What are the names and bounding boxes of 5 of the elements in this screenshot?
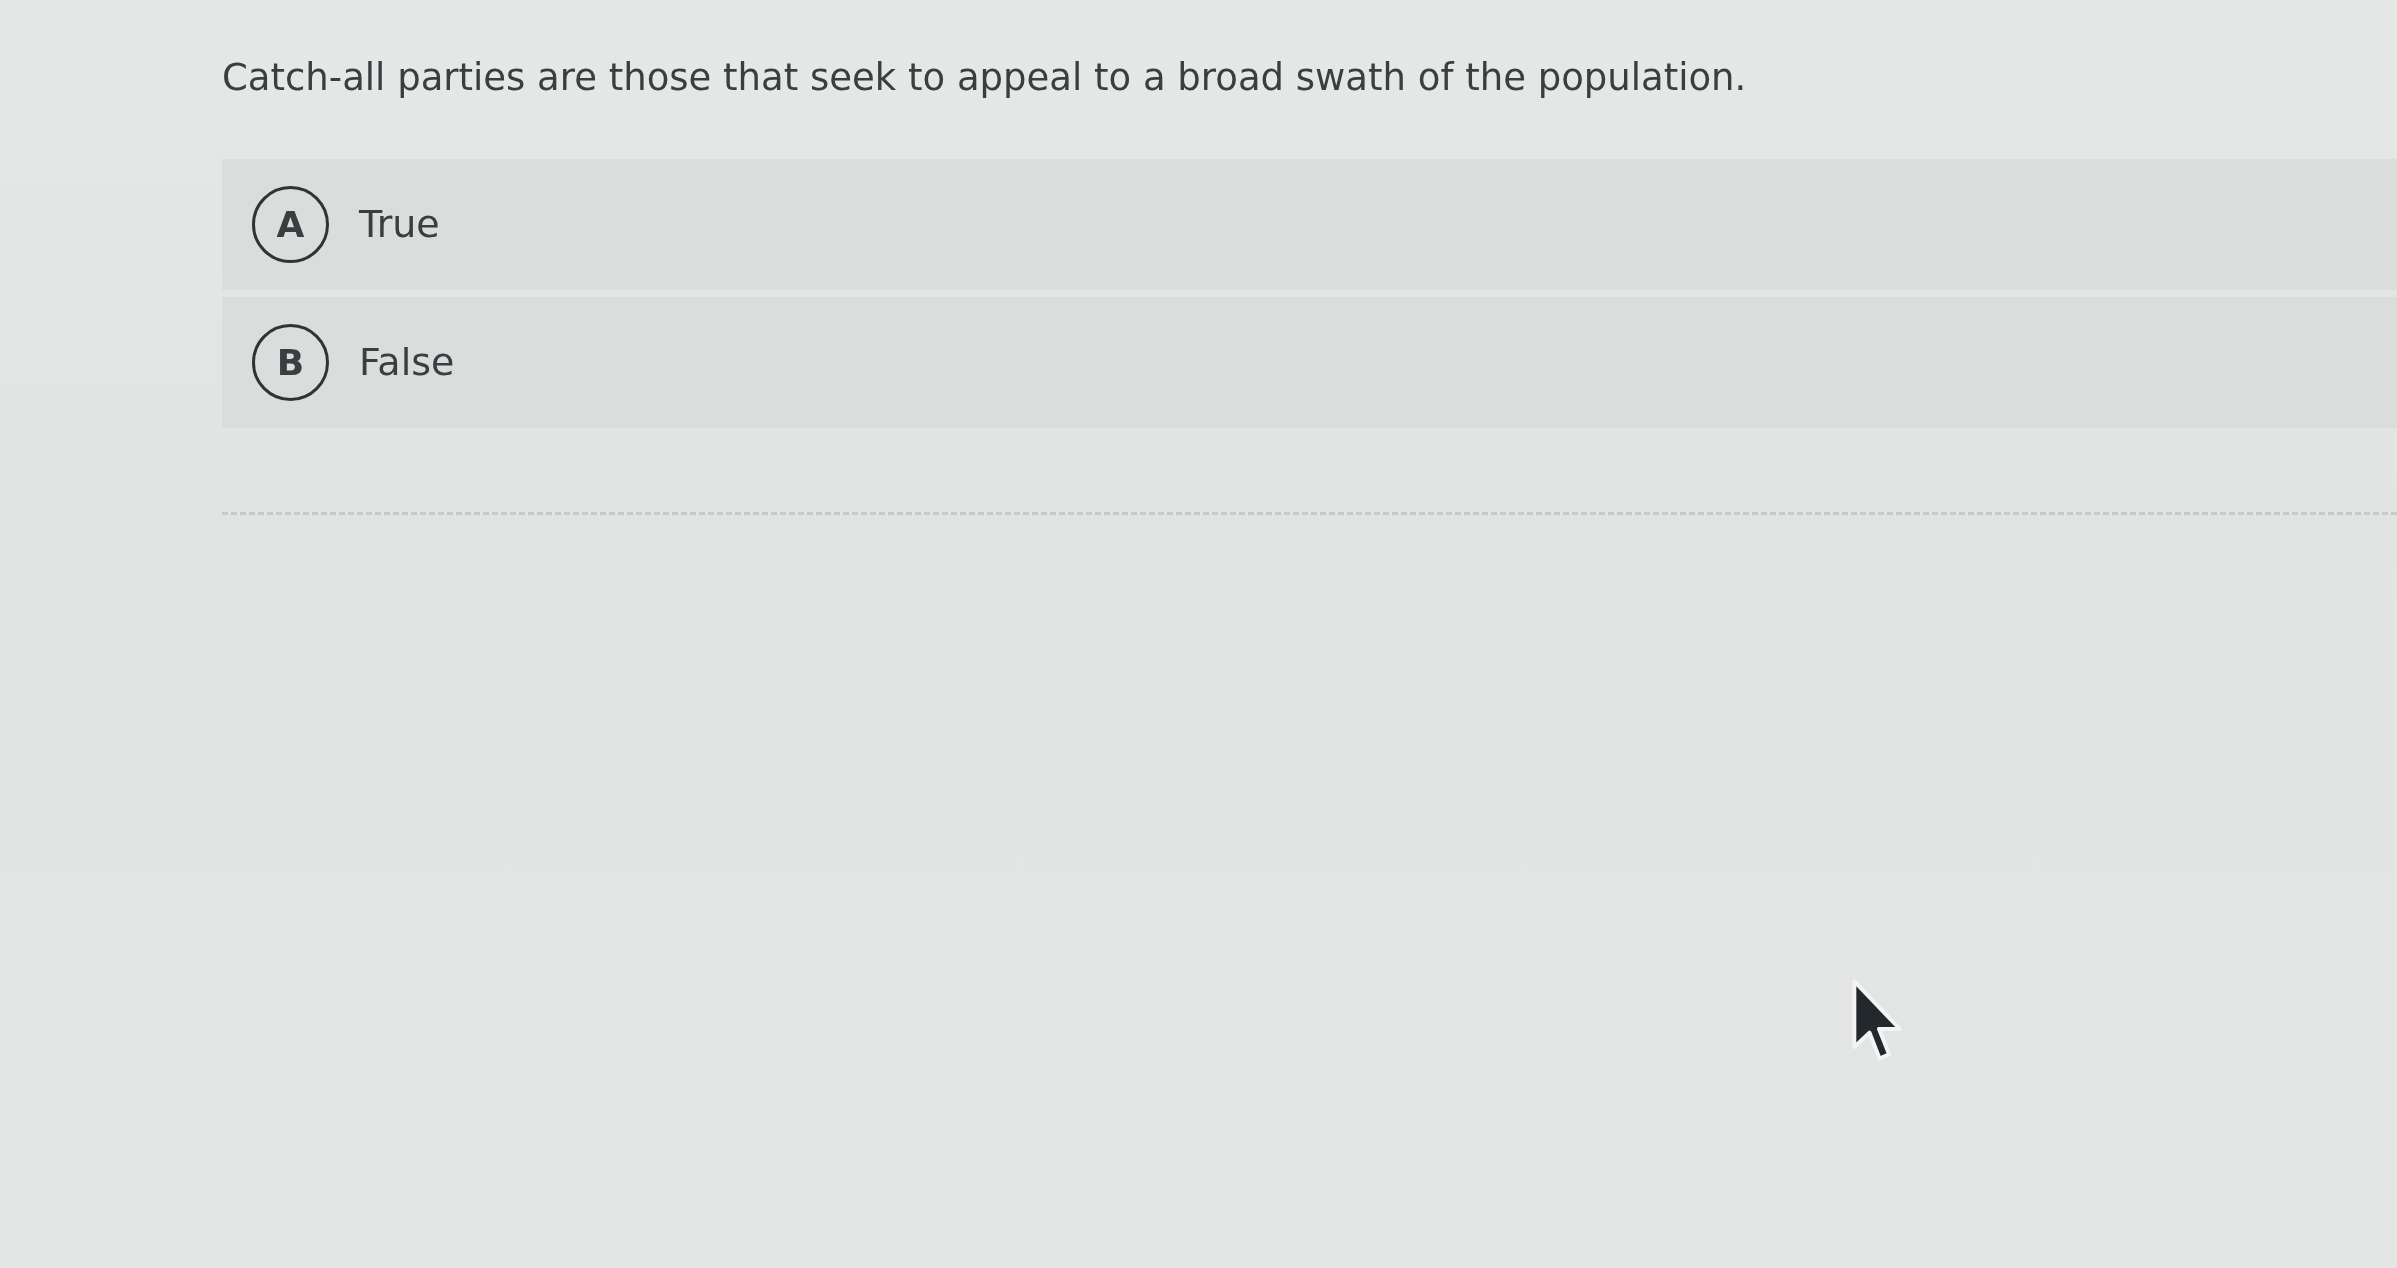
answer-option[interactable]: A True [222, 159, 2397, 291]
question-text: Catch-all parties are those that seek to appeal to a broad swath of the population. [222, 55, 1747, 101]
option-letter: B [252, 324, 329, 402]
option-letter: A [252, 186, 329, 264]
answer-option[interactable]: B False [222, 297, 2397, 429]
